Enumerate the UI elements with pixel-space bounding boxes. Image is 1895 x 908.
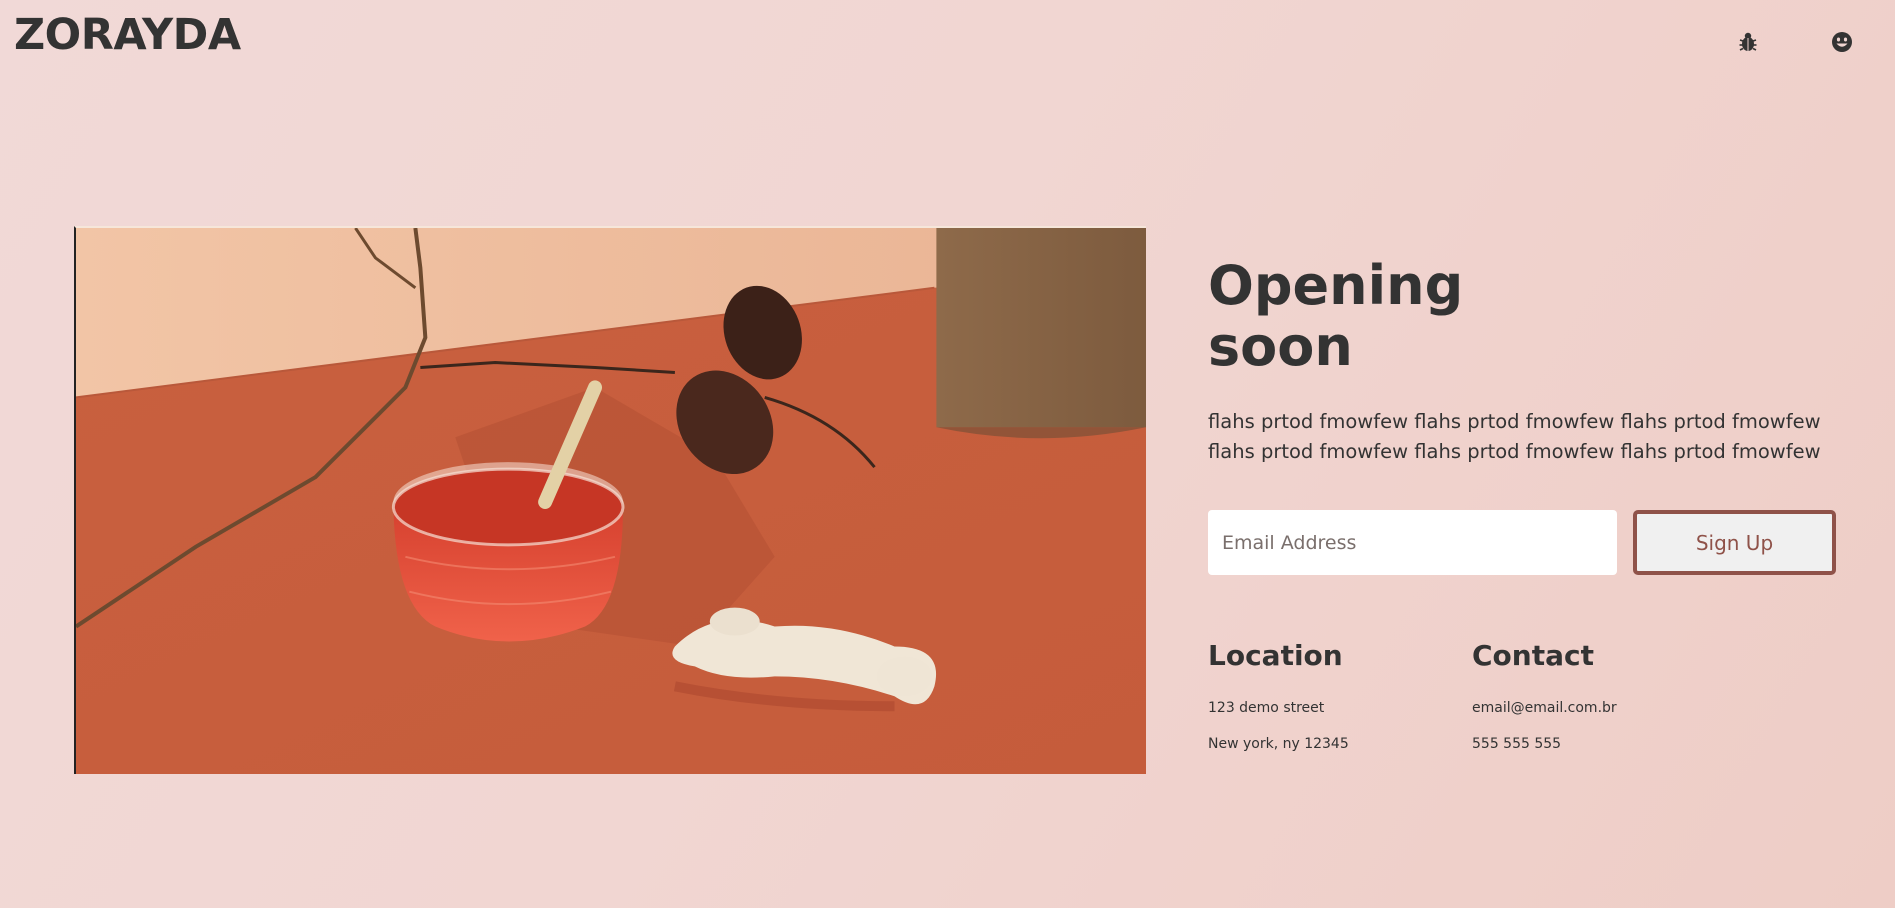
contact-heading: Contact (1472, 639, 1594, 672)
smiley-icon[interactable] (1830, 30, 1854, 54)
page-description: flahs prtod fmowfew flahs prtod fmowfew … (1208, 410, 1821, 463)
contact-block: Contact email@email.com.br 555 555 555 (1472, 639, 1617, 753)
location-city: New york, ny 12345 (1208, 736, 1349, 752)
bug-icon[interactable] (1736, 30, 1760, 54)
page-title: Opening soon (1208, 254, 1464, 378)
main-content: Opening soon flahs prtod fmowfew flahs p… (1208, 254, 1848, 752)
contact-email[interactable]: email@email.com.br (1472, 700, 1617, 717)
header: ZORAYDA (0, 0, 1895, 80)
location-block: Location 123 demo street New york, ny 12… (1208, 639, 1349, 753)
email-field[interactable] (1208, 510, 1617, 575)
contact-phone[interactable]: 555 555 555 (1472, 736, 1617, 753)
location-street: 123 demo street (1208, 700, 1325, 716)
signup-form: Sign Up (1208, 510, 1838, 576)
site-logo[interactable]: ZORAYDA (14, 11, 241, 59)
location-heading: Location (1208, 639, 1343, 672)
sign-up-button[interactable]: Sign Up (1633, 510, 1836, 575)
hero-image (74, 226, 1146, 774)
